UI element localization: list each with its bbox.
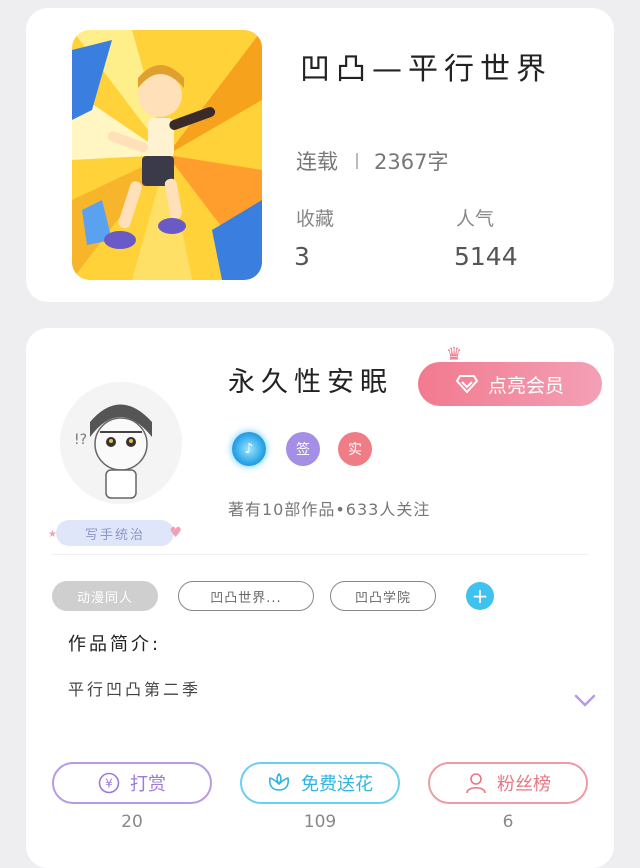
author-info-card: !? ★ 写手统治 ♥ 永久性安眠 ♛ 点亮会员 ♪ 签 实 著有10部作品•6… xyxy=(26,328,614,868)
divider xyxy=(52,554,588,555)
popularity-label: 人气 xyxy=(456,208,495,230)
verified-badge-icon[interactable]: 实 xyxy=(338,432,372,466)
send-flower-label: 免费送花 xyxy=(301,774,373,795)
chevron-down-icon[interactable] xyxy=(574,694,596,708)
author-avatar[interactable]: !? xyxy=(60,382,182,504)
flower-icon xyxy=(268,772,290,791)
vip-button[interactable]: 点亮会员 xyxy=(418,362,602,406)
add-tag-button[interactable]: + xyxy=(466,582,494,610)
intro-text: 平行凹凸第二季 xyxy=(68,680,202,699)
reward-count: 20 xyxy=(121,812,143,832)
tag-item[interactable]: 凹凸世界... xyxy=(178,581,314,611)
favorites-value: 3 xyxy=(294,242,310,271)
author-stats: 著有10部作品•633人关注 xyxy=(228,500,431,519)
word-count: 2367字 xyxy=(374,150,449,174)
fans-ranking-label: 粉丝榜 xyxy=(497,774,551,795)
intro-label: 作品简介: xyxy=(68,634,162,655)
send-flower-button[interactable]: 免费送花 xyxy=(240,762,400,804)
music-badge-icon[interactable]: ♪ xyxy=(232,432,266,466)
reward-button-label: 打赏 xyxy=(130,774,166,795)
heart-decoration-icon: ♥ xyxy=(169,525,184,541)
favorites-label: 收藏 xyxy=(296,208,335,230)
book-status-row: 连载 2367字 xyxy=(296,146,448,176)
signed-badge-icon[interactable]: 签 xyxy=(286,432,320,466)
plus-icon: + xyxy=(471,584,489,608)
author-name: 永久性安眠 xyxy=(228,367,393,398)
star-decoration-icon: ★ xyxy=(48,529,59,540)
book-cover-image[interactable] xyxy=(72,30,262,280)
fans-count: 6 xyxy=(502,812,514,832)
svg-text:¥: ¥ xyxy=(105,777,113,791)
tag-category[interactable]: 动漫同人 xyxy=(52,581,158,611)
status-divider xyxy=(356,153,358,169)
flower-count: 109 xyxy=(303,812,337,832)
writer-title-tag: ★ 写手统治 ♥ xyxy=(48,520,182,546)
reward-button[interactable]: ¥ 打赏 xyxy=(52,762,212,804)
writer-title-text: 写手统治 xyxy=(84,527,145,543)
vip-button-label: 点亮会员 xyxy=(487,374,564,397)
diamond-icon xyxy=(455,375,478,393)
popularity-value: 5144 xyxy=(454,242,518,271)
user-icon xyxy=(466,773,486,794)
book-info-card: 凹凸—平行世界 连载 2367字 收藏 3 人气 5144 xyxy=(26,8,614,302)
serial-status: 连载 xyxy=(296,150,338,174)
tag-item[interactable]: 凹凸学院 xyxy=(330,581,436,611)
fans-ranking-button[interactable]: 粉丝榜 xyxy=(428,762,588,804)
yen-coin-icon: ¥ xyxy=(98,772,120,794)
svg-text:!?: !? xyxy=(74,432,87,448)
book-title: 凹凸—平行世界 xyxy=(300,52,552,87)
